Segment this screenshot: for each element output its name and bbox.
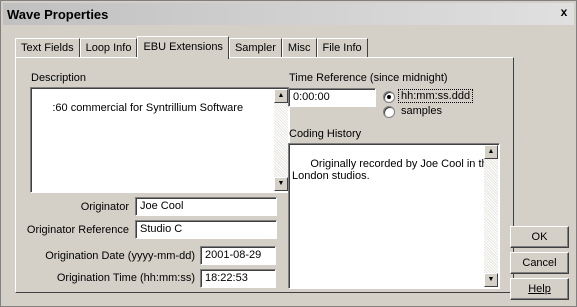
coding-history-text: Originally recorded by Joe Cool in the L… — [292, 158, 494, 182]
scroll-down-icon[interactable]: ▼ — [274, 177, 288, 191]
origination-time-label: Origination Time (hh:mm:ss) — [56, 272, 195, 284]
coding-history-scrollbar[interactable]: ▲ ▼ — [484, 145, 498, 287]
close-button[interactable]: x — [556, 5, 572, 21]
radio-hhmmss[interactable] — [383, 91, 395, 103]
tab-loop-info[interactable]: Loop Info — [79, 38, 138, 58]
originator-input[interactable]: Joe Cool — [135, 197, 277, 216]
help-button[interactable]: Help — [510, 278, 569, 300]
description-text: :60 commercial for Syntrillium Software — [52, 102, 244, 114]
radio-samples-label[interactable]: samples — [401, 105, 442, 117]
origination-date-label: Origination Date (yyyy-mm-dd) — [45, 250, 195, 262]
originator-reference-label: Originator Reference — [26, 224, 129, 236]
scroll-down-icon[interactable]: ▼ — [484, 273, 498, 287]
tab-sampler[interactable]: Sampler — [228, 38, 282, 58]
tab-text-fields[interactable]: Text Fields — [15, 38, 80, 58]
radio-hhmmss-label[interactable]: hh:mm:ss.ddd — [398, 89, 474, 103]
window-title: Wave Properties — [7, 6, 109, 22]
ok-button[interactable]: OK — [510, 226, 569, 248]
coding-history-textarea[interactable]: Originally recorded by Joe Cool in the L… — [288, 143, 500, 289]
scroll-up-icon[interactable]: ▲ — [274, 89, 288, 103]
wave-properties-dialog: Wave Properties x Text Fields Loop Info … — [0, 0, 577, 307]
description-label: Description — [31, 72, 87, 84]
tab-ebu-extensions[interactable]: EBU Extensions — [137, 36, 229, 59]
radio-samples[interactable] — [383, 106, 395, 118]
originator-reference-input[interactable]: Studio C — [135, 220, 277, 239]
origination-date-input[interactable]: 2001-08-29 — [200, 246, 276, 265]
tab-file-info[interactable]: File Info — [316, 38, 368, 58]
description-textarea[interactable]: :60 commercial for Syntrillium Software … — [30, 87, 290, 193]
coding-history-label: Coding History — [289, 128, 362, 140]
help-button-label: Help — [528, 283, 551, 295]
cancel-button[interactable]: Cancel — [510, 252, 569, 274]
origination-time-input[interactable]: 18:22:53 — [200, 269, 276, 288]
scroll-up-icon[interactable]: ▲ — [484, 145, 498, 159]
ebu-extensions-panel: Description :60 commercial for Syntrilli… — [15, 57, 514, 293]
time-reference-label: Time Reference (since midnight) — [289, 72, 448, 84]
tab-misc[interactable]: Misc — [281, 38, 317, 58]
tab-strip: Text Fields Loop Info EBU Extensions Sam… — [15, 36, 368, 59]
time-reference-input[interactable]: 0:00:00 — [288, 88, 376, 107]
title-bar: Wave Properties x — [3, 3, 574, 25]
originator-label: Originator — [80, 201, 129, 213]
description-scrollbar[interactable]: ▲ ▼ — [274, 89, 288, 191]
